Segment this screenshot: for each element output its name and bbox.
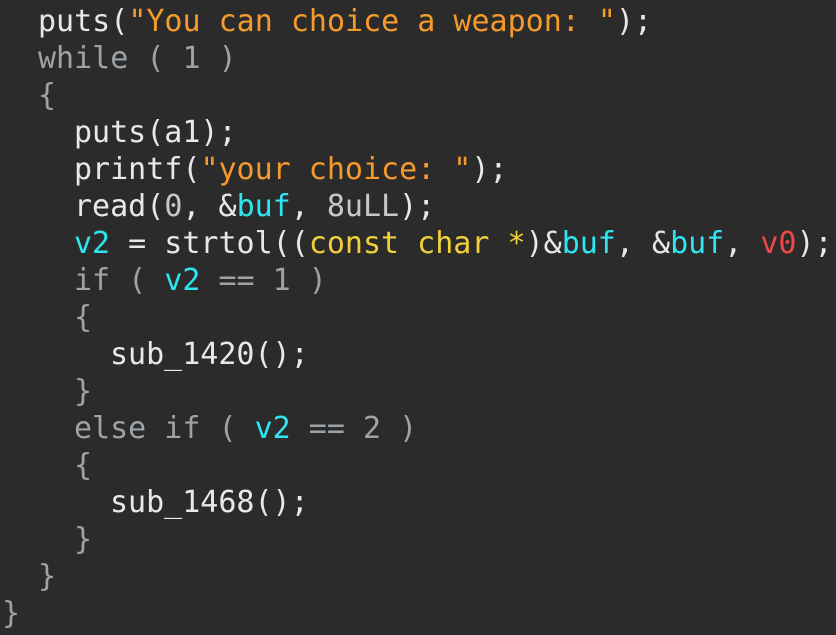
- code-token: sub_1468();: [110, 485, 309, 520]
- code-token: = strtol((: [110, 226, 309, 261]
- code-token: v2: [254, 411, 291, 446]
- code-token: );: [796, 226, 833, 261]
- code-token: "You can choice a weapon: ": [128, 4, 616, 39]
- code-line: while ( 1 ): [38, 40, 237, 77]
- code-token: ,: [290, 189, 327, 224]
- code-line: read(0, &buf, 8uLL);: [74, 188, 435, 225]
- code-token: else if (: [74, 411, 255, 446]
- code-token: );: [471, 152, 508, 187]
- code-editor[interactable]: puts("You can choice a weapon: "); while …: [0, 0, 836, 635]
- code-line: if ( v2 == 1 ): [74, 262, 327, 299]
- code-line: sub_1420();: [110, 336, 309, 373]
- code-token: while ( 1 ): [38, 41, 237, 76]
- code-token: )&: [525, 226, 562, 261]
- code-token: puts(a1);: [74, 115, 237, 150]
- code-line: {: [74, 299, 92, 336]
- code-token: const char *: [308, 226, 526, 261]
- code-line: v2 = strtol((const char *)&buf, &buf, v0…: [74, 225, 833, 262]
- code-token: buf: [561, 226, 616, 261]
- code-token: {: [74, 300, 93, 335]
- code-token: {: [74, 448, 93, 483]
- code-token: 8uLL: [326, 189, 400, 224]
- code-line: puts("You can choice a weapon: ");: [38, 3, 652, 40]
- code-token: ,: [724, 226, 761, 261]
- code-token: v0: [760, 226, 797, 261]
- code-token: buf: [236, 189, 291, 224]
- code-token: == 2 ): [290, 411, 418, 446]
- code-token: if (: [74, 263, 165, 298]
- code-token: , &: [182, 189, 237, 224]
- code-line: printf("your choice: ");: [74, 151, 508, 188]
- code-token: v2: [74, 226, 111, 261]
- code-token: }: [74, 522, 93, 557]
- code-token: printf(: [74, 152, 201, 187]
- code-token: == 1 ): [200, 263, 327, 298]
- code-line: }: [74, 373, 92, 410]
- code-token: , &: [615, 226, 671, 261]
- code-token: }: [38, 559, 57, 594]
- code-line: puts(a1);: [74, 114, 237, 151]
- code-token: }: [2, 596, 21, 631]
- code-token: );: [615, 4, 653, 39]
- code-token: }: [74, 374, 93, 409]
- code-token: read(: [74, 189, 165, 224]
- code-token: sub_1420();: [110, 337, 309, 372]
- code-line: }: [2, 595, 20, 632]
- code-token: buf: [670, 226, 725, 261]
- code-line: {: [38, 77, 56, 114]
- code-line: else if ( v2 == 2 ): [74, 410, 417, 447]
- code-token: 0: [164, 189, 183, 224]
- code-token: );: [399, 189, 436, 224]
- code-line: {: [74, 447, 92, 484]
- code-token: puts(: [38, 4, 129, 39]
- code-token: "your choice: ": [200, 152, 472, 187]
- code-token: {: [38, 78, 57, 113]
- code-token: v2: [164, 263, 201, 298]
- code-line: sub_1468();: [110, 484, 309, 521]
- code-line: }: [38, 558, 56, 595]
- code-line: }: [74, 521, 92, 558]
